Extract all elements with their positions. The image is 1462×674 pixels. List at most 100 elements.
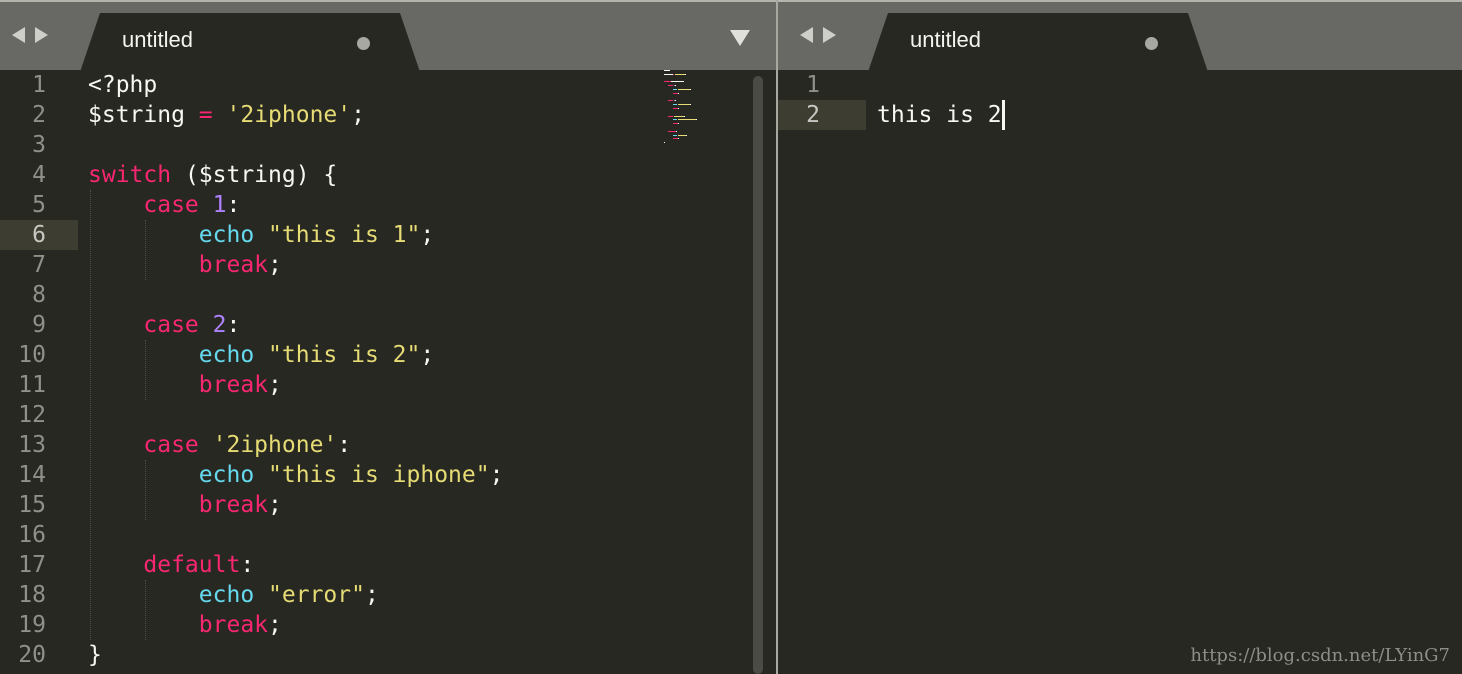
minimap-line: [664, 73, 673, 75]
code-token: :: [226, 192, 241, 218]
line-number: 19: [18, 612, 46, 638]
line-number: 1: [32, 72, 46, 98]
left-tab-back-arrow-icon[interactable]: [12, 27, 25, 43]
code-token: '2iphone': [212, 432, 338, 458]
right-tab-nav: [800, 27, 836, 43]
right-tab-back-arrow-icon[interactable]: [800, 27, 813, 43]
line-number: 3: [32, 132, 46, 158]
line-number: 5: [32, 192, 46, 218]
code-line[interactable]: break;: [88, 490, 282, 520]
unsaved-dot-icon[interactable]: [357, 37, 370, 50]
line-number: 4: [32, 162, 46, 188]
minimap-line: [672, 134, 678, 136]
minimap-line: [670, 81, 684, 83]
minimap-line: [678, 104, 691, 106]
code-token: break: [198, 372, 269, 398]
code-token: ;: [268, 372, 282, 398]
code-token: ;: [420, 342, 435, 368]
line-number: 16: [18, 522, 46, 548]
code-token: ;: [364, 582, 379, 608]
minimap-line: [678, 134, 686, 136]
line-number: 9: [32, 312, 46, 338]
vertical-scrollbar[interactable]: [753, 76, 763, 674]
right-line-number-gutter: 12: [778, 70, 834, 674]
minimap-line: [664, 70, 670, 71]
code-token: "error": [268, 582, 365, 608]
right-tab-forward-arrow-icon[interactable]: [823, 27, 836, 43]
left-tab-bar: untitled: [0, 0, 776, 70]
left-tab-nav: [12, 27, 48, 43]
unsaved-dot-icon[interactable]: [1145, 37, 1158, 50]
right-output-editor[interactable]: this is 2: [877, 70, 1437, 674]
code-line[interactable]: echo "this is 1";: [88, 220, 434, 250]
output-text: this is 2: [877, 102, 1002, 128]
left-tab-forward-arrow-icon[interactable]: [35, 27, 48, 43]
code-token: =: [198, 102, 213, 128]
code-token: echo: [198, 342, 255, 368]
minimap-line: [672, 104, 678, 106]
code-line[interactable]: default:: [88, 550, 254, 580]
code-line[interactable]: <?php: [88, 70, 157, 100]
code-line[interactable]: $string = '2iphone';: [88, 100, 365, 130]
minimap-line: [668, 85, 673, 87]
code-token: "this is iphone": [268, 462, 490, 488]
code-line[interactable]: break;: [88, 610, 282, 640]
minimap-line: [673, 115, 684, 117]
watermark-url: https://blog.csdn.net/LYinG7: [1190, 645, 1450, 666]
minimap-line: [683, 115, 685, 117]
minimap-line: [676, 130, 678, 132]
code-line[interactable]: echo "this is iphone";: [88, 460, 504, 490]
tab-title: untitled: [910, 27, 981, 52]
minimap-line: [672, 89, 678, 90]
right-editor-pane: untitled 12 this is 2: [778, 0, 1462, 674]
code-token: ;: [268, 612, 282, 638]
code-token: switch: [88, 162, 172, 188]
code-line[interactable]: echo "this is 2";: [88, 340, 434, 370]
line-number: 11: [18, 372, 46, 398]
code-line[interactable]: break;: [88, 370, 282, 400]
code-token: break: [198, 252, 269, 278]
left-code-editor[interactable]: <?php $string = '2iphone'; switch ($string…: [88, 70, 648, 674]
minimap-line: [695, 119, 697, 121]
minimap-line: [686, 134, 688, 136]
left-line-number-gutter: 1 2 3 4 5 6 7 8 9 10 11 12 13 14 15 16 17 18 19 20: [0, 70, 60, 674]
code-token: "this is 1": [268, 222, 421, 248]
code-line[interactable]: switch ($string) {: [88, 160, 337, 190]
code-token: case: [143, 192, 199, 218]
tab-dropdown-triangle-icon[interactable]: [730, 30, 750, 46]
code-line[interactable]: case 1:: [88, 190, 240, 220]
code-token: echo: [198, 462, 255, 488]
code-line[interactable]: case '2iphone':: [88, 430, 351, 460]
line-number: 20: [18, 642, 46, 668]
code-line[interactable]: case 2:: [88, 310, 240, 340]
left-tab-untitled[interactable]: untitled: [80, 13, 420, 72]
line-number: 15: [18, 492, 46, 518]
indent-guide: [145, 460, 146, 520]
line-number: 6: [32, 222, 46, 248]
text-cursor: [1001, 100, 1005, 130]
code-line[interactable]: }: [88, 640, 102, 670]
code-token: ($string) {: [171, 162, 338, 188]
code-token: 1: [212, 192, 227, 218]
line-number: 10: [18, 342, 46, 368]
code-line[interactable]: echo "error";: [88, 580, 379, 610]
code-token: :: [226, 312, 241, 338]
indent-guide: [145, 580, 146, 640]
left-editor-pane: untitled 1 2 3 4 5 6 7 8 9 10 11 12 13 14 15 16 17 18 19 20…: [0, 0, 776, 674]
minimap-line: [675, 73, 685, 75]
minimap[interactable]: [664, 70, 724, 150]
minimap-line: [690, 89, 692, 90]
code-line[interactable]: break;: [88, 250, 282, 280]
right-tab-untitled[interactable]: untitled: [868, 13, 1208, 72]
line-number: 2: [806, 102, 820, 128]
indent-guide: [145, 220, 146, 280]
output-line[interactable]: this is 2: [877, 100, 1005, 130]
